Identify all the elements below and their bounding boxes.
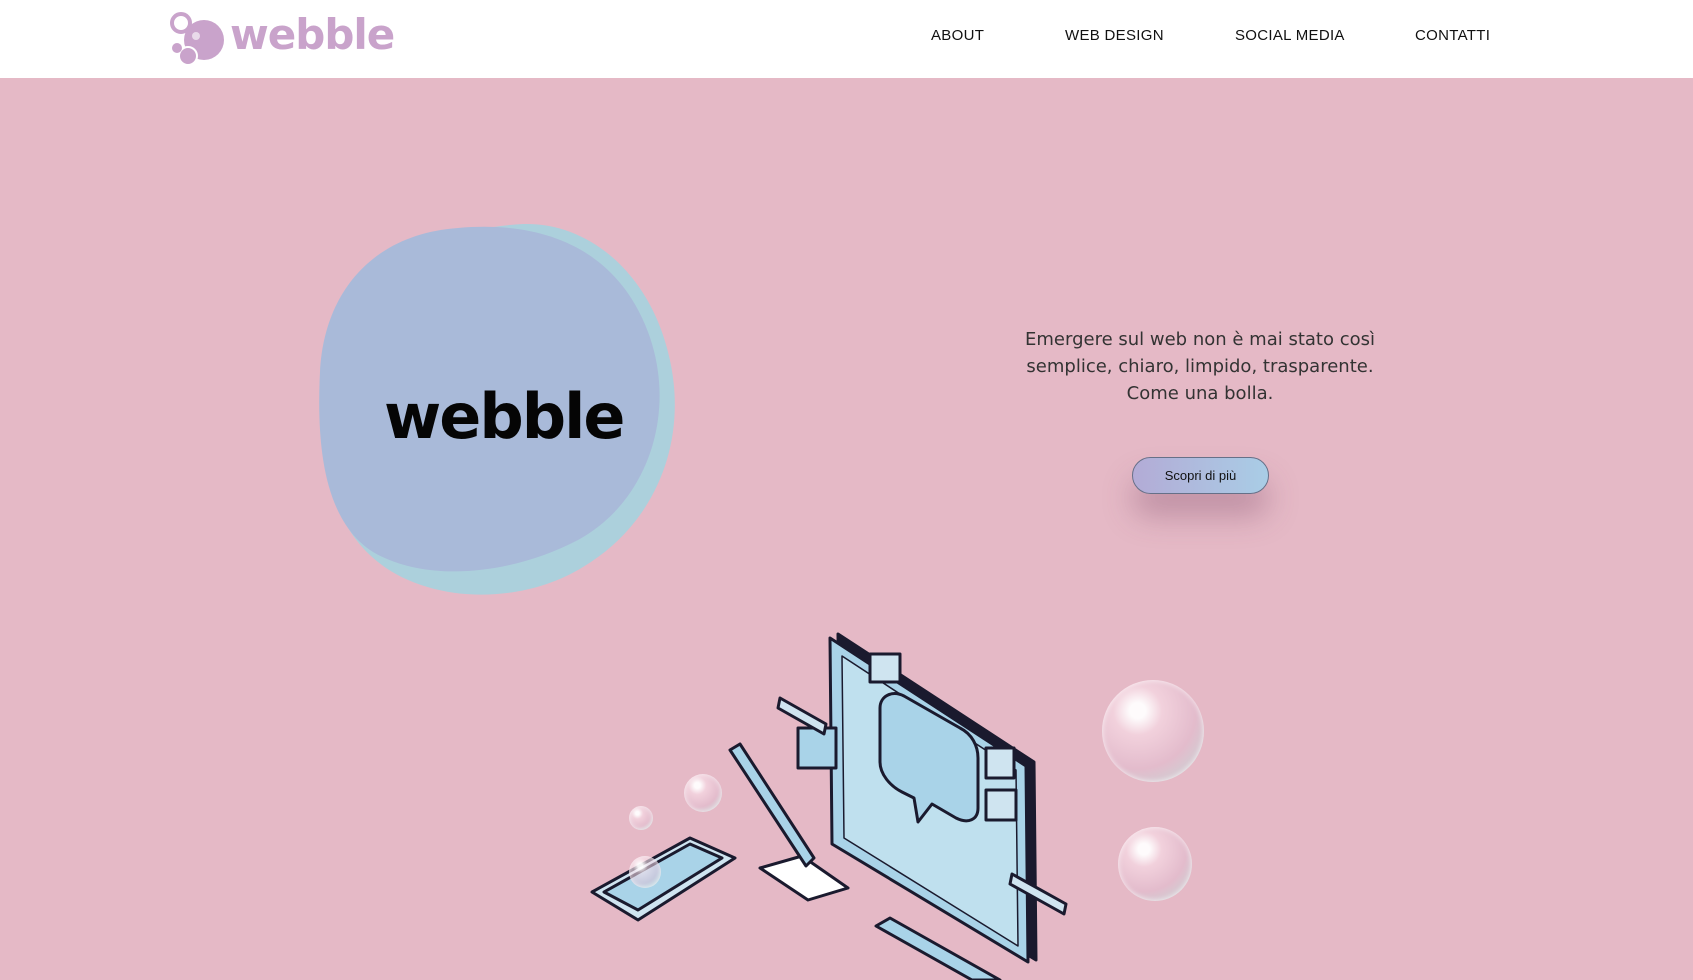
tagline-line: Come una bolla. [1126,383,1274,404]
phone-icon [590,836,737,922]
hero-tagline: Emergere sul web non è mai stato così se… [1000,326,1400,407]
soap-bubble-icon [1102,680,1204,782]
computer-social-illustration [590,632,1068,980]
soap-bubble-icon [629,806,653,830]
discover-more-button[interactable]: Scopri di più [1132,457,1269,494]
soap-bubble-icon [684,774,722,812]
tagline-line: semplice, chiaro, limpido, trasparente. [1026,356,1374,377]
soap-bubble-icon [1118,827,1192,901]
nav-about[interactable]: ABOUT [931,27,984,44]
soap-bubble-icon [629,856,661,888]
monitor-icon [776,632,1068,980]
hero-brand-word: webble [384,380,625,453]
bubbles-logo-icon [170,12,224,66]
nav-contatti[interactable]: CONTATTI [1415,27,1490,44]
site-header: webble ABOUT WEB DESIGN SOCIAL MEDIA CON… [0,0,1693,78]
logo-wordmark: webble [230,10,395,59]
nav-social-media[interactable]: SOCIAL MEDIA [1235,27,1345,44]
tagline-line: Emergere sul web non è mai stato così [1025,329,1375,350]
site-logo[interactable]: webble [168,8,395,68]
nav-web-design[interactable]: WEB DESIGN [1065,27,1164,44]
